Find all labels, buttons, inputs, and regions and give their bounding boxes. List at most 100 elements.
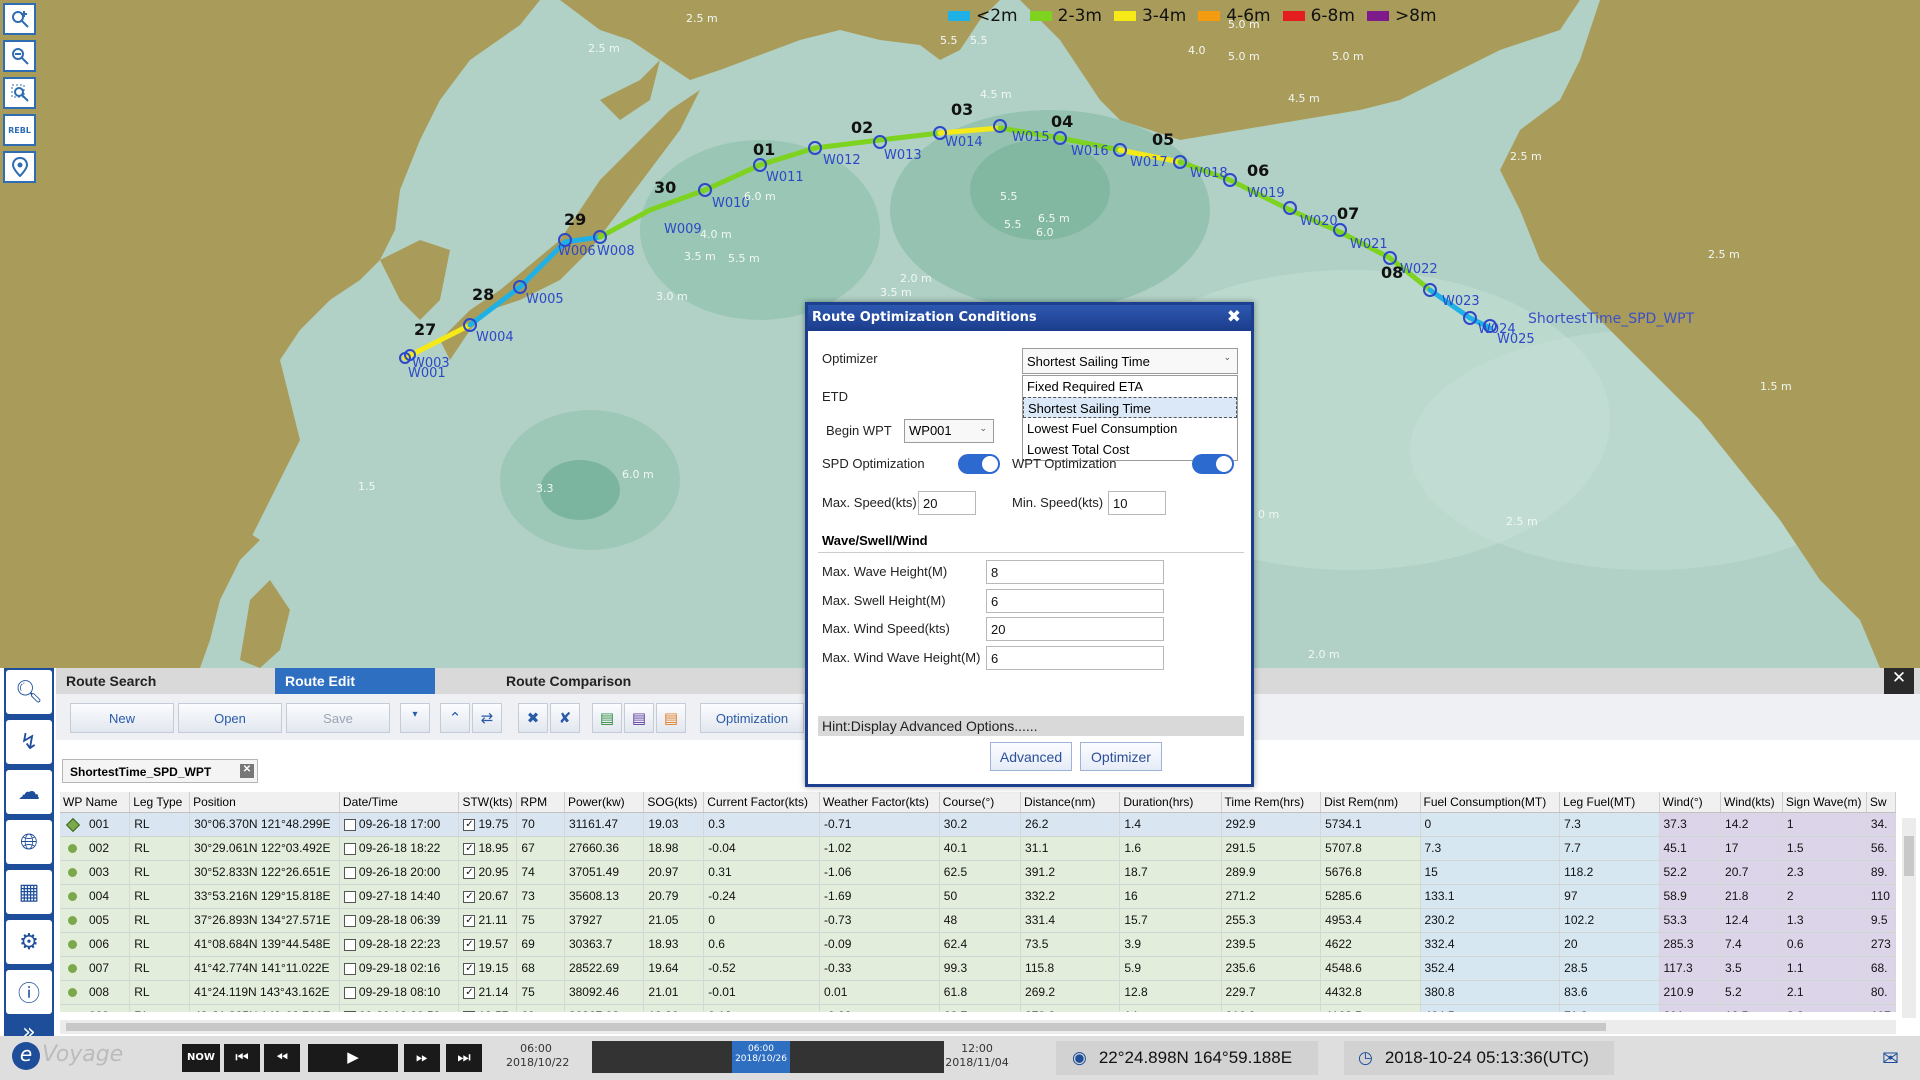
- table-row[interactable]: 001 RL 30°06.370N 121°48.299E 09-26-18 17:0…: [60, 812, 1896, 837]
- table-row[interactable]: 002 RL 30°29.061N 122°03.492E 09-26-18 18:2…: [60, 836, 1896, 861]
- column-header[interactable]: WP Name: [60, 792, 131, 813]
- optimizer-select[interactable]: Shortest Sailing Time ⌄: [1022, 348, 1238, 374]
- begin-wpt-select[interactable]: WP001 ⌄: [904, 419, 994, 443]
- timeline-marker[interactable]: 06:00 2018/10/26: [732, 1041, 790, 1073]
- column-header[interactable]: Wind(°): [1659, 792, 1722, 813]
- location-pin-icon[interactable]: [3, 151, 36, 183]
- column-header[interactable]: Leg Type: [129, 792, 191, 813]
- table-cell[interactable]: ✓ 20.67: [458, 884, 518, 909]
- close-dialog-icon[interactable]: ✖: [1227, 307, 1241, 327]
- table-row[interactable]: 003 RL 30°52.833N 122°26.651E 09-26-18 20:0…: [60, 860, 1896, 885]
- waypoint-label[interactable]: W008: [597, 244, 635, 259]
- waypoint-label[interactable]: W020: [1300, 214, 1338, 229]
- table-cell[interactable]: 09-28-18 06:39: [339, 908, 460, 933]
- optimizer-option[interactable]: Fixed Required ETA: [1023, 376, 1237, 397]
- play-icon[interactable]: ▶: [308, 1044, 398, 1072]
- table-cell[interactable]: 09-26-18 18:22: [339, 836, 460, 861]
- stw-lock-checkbox[interactable]: ✓: [463, 818, 476, 831]
- waypoint-label[interactable]: W018: [1190, 166, 1228, 181]
- column-header[interactable]: Time Rem(hrs): [1221, 792, 1322, 813]
- waypoint-label[interactable]: W012: [823, 153, 861, 168]
- table-row[interactable]: 008 RL 41°24.119N 143°43.162E 09-29-18 08:1…: [60, 980, 1896, 1005]
- eta-lock-checkbox[interactable]: [343, 938, 356, 951]
- new-button[interactable]: New: [70, 703, 174, 733]
- caret-up-icon[interactable]: ⌃: [440, 703, 470, 733]
- waypoint-label[interactable]: W006: [558, 244, 596, 259]
- table-cell[interactable]: 09-26-18 20:00: [339, 860, 460, 885]
- advanced-button[interactable]: Advanced: [990, 742, 1072, 771]
- optimization-button[interactable]: Optimization: [700, 703, 804, 733]
- tab-route-search[interactable]: Route Search: [56, 668, 274, 694]
- waypoint-label[interactable]: W023: [1442, 294, 1480, 309]
- waypoint-label[interactable]: W016: [1071, 144, 1109, 159]
- table-cell[interactable]: ✓19.57: [458, 932, 518, 957]
- column-header[interactable]: Leg Fuel(MT): [1559, 792, 1660, 813]
- optimizer-button[interactable]: Optimizer: [1080, 742, 1162, 771]
- table-cell[interactable]: 09-26-18 17:00: [339, 812, 460, 837]
- skip-end-icon[interactable]: ⏭︎: [446, 1044, 482, 1072]
- now-button[interactable]: NOW: [182, 1044, 220, 1072]
- export-orange-icon[interactable]: ▤: [656, 703, 686, 733]
- optimizer-option[interactable]: Shortest Sailing Time: [1023, 397, 1237, 418]
- advanced-options-hint[interactable]: Hint:Display Advanced Options......: [818, 716, 1244, 736]
- waypoint-label[interactable]: W009: [664, 222, 702, 237]
- spd-optimization-toggle[interactable]: [958, 454, 1000, 474]
- table-cell[interactable]: ✓19.57: [458, 1004, 518, 1012]
- mail-icon[interactable]: ✉: [1882, 1046, 1908, 1070]
- waypoint-label[interactable]: W017: [1130, 155, 1168, 170]
- eta-lock-checkbox[interactable]: [343, 890, 356, 903]
- rewind-icon[interactable]: ⏪︎: [264, 1044, 300, 1072]
- waypoint-label[interactable]: W014: [945, 135, 983, 150]
- eta-lock-checkbox[interactable]: [343, 962, 356, 975]
- stw-lock-checkbox[interactable]: ✓: [463, 890, 476, 903]
- calendar-icon[interactable]: ▦: [6, 870, 52, 914]
- stw-lock-checkbox[interactable]: ✓: [463, 962, 476, 975]
- close-panel-icon[interactable]: ✕: [1884, 668, 1914, 694]
- weather-icon[interactable]: ☁: [6, 770, 52, 814]
- column-header[interactable]: Sw: [1866, 792, 1896, 813]
- eta-lock-checkbox[interactable]: [343, 818, 356, 831]
- table-cell[interactable]: 09-29-18 20:59: [339, 1004, 460, 1012]
- export-purple-icon[interactable]: ▤: [624, 703, 654, 733]
- table-cell[interactable]: ✓ 19.75: [458, 812, 518, 837]
- waypoint-label[interactable]: W021: [1350, 237, 1388, 252]
- table-row[interactable]: 009 RL 43°31.325N 149°03.706E 09-29-18 20:5…: [60, 1004, 1896, 1012]
- zoom-in-icon[interactable]: [3, 3, 36, 35]
- route-edit-icon[interactable]: ↯: [6, 720, 52, 764]
- stw-lock-checkbox[interactable]: ✓: [463, 842, 476, 855]
- table-row[interactable]: 005 RL 37°26.893N 134°27.571E 09-28-18 06:3…: [60, 908, 1896, 933]
- waypoint-label[interactable]: W003: [412, 356, 450, 371]
- table-cell[interactable]: ✓ 18.95: [458, 836, 518, 861]
- eta-lock-checkbox[interactable]: [343, 914, 356, 927]
- table-cell[interactable]: 09-27-18 14:40: [339, 884, 460, 909]
- table-cell[interactable]: 09-29-18 02:16: [339, 956, 460, 981]
- column-header[interactable]: Distance(nm): [1020, 792, 1121, 813]
- waypoint-label[interactable]: W013: [884, 148, 922, 163]
- eta-lock-checkbox[interactable]: [343, 866, 356, 879]
- column-header[interactable]: Dist Rem(nm): [1320, 792, 1421, 813]
- skip-start-icon[interactable]: ⏮︎: [224, 1044, 260, 1072]
- table-cell[interactable]: 09-29-18 08:10: [339, 980, 460, 1005]
- max-wind-input[interactable]: 20: [986, 617, 1164, 641]
- table-row[interactable]: 006 RL 41°08.684N 139°44.548E 09-28-18 22:2…: [60, 932, 1896, 957]
- max-swell-input[interactable]: 6: [986, 589, 1164, 613]
- column-header[interactable]: STW(kts): [458, 792, 518, 813]
- waypoint-label[interactable]: W005: [526, 292, 564, 307]
- waypoint-label[interactable]: W011: [766, 170, 804, 185]
- column-header[interactable]: Wind(kts): [1720, 792, 1783, 813]
- eta-lock-checkbox[interactable]: [343, 842, 356, 855]
- tab-route-edit[interactable]: Route Edit: [275, 668, 435, 694]
- globe-icon[interactable]: 🌐︎: [6, 820, 52, 864]
- info-icon[interactable]: ⓘ: [6, 970, 52, 1014]
- stw-lock-checkbox[interactable]: ✓: [463, 866, 476, 879]
- table-cell[interactable]: ✓ 20.95: [458, 860, 518, 885]
- column-header[interactable]: Course(°): [939, 792, 1022, 813]
- max-windwave-input[interactable]: 6: [986, 646, 1164, 670]
- min-speed-input[interactable]: 10: [1108, 491, 1166, 515]
- waypoint-label[interactable]: W019: [1247, 186, 1285, 201]
- tab-route-comparison[interactable]: Route Comparison: [496, 668, 676, 694]
- optimizer-option[interactable]: Lowest Fuel Consumption: [1023, 418, 1237, 439]
- search-icon[interactable]: 🔍︎: [6, 670, 52, 714]
- table-row[interactable]: 007 RL 41°42.774N 141°11.022E 09-29-18 02:1…: [60, 956, 1896, 981]
- column-header[interactable]: Date/Time: [339, 792, 460, 813]
